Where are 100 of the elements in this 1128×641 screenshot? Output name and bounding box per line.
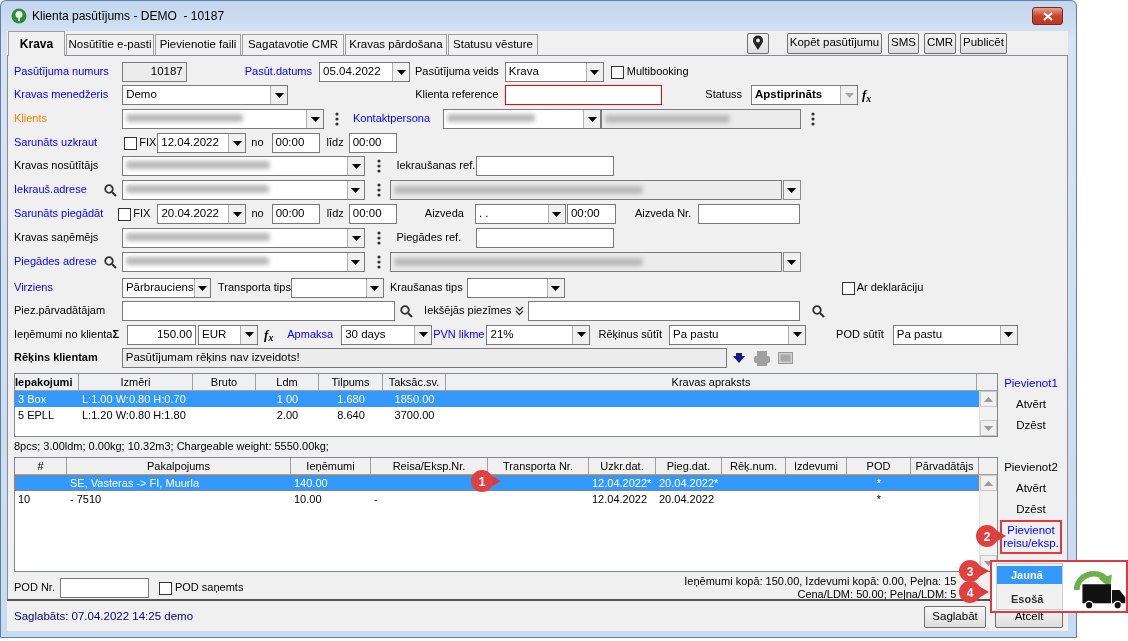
date-picker[interactable]: . . bbox=[474, 204, 566, 224]
search-icon bbox=[103, 183, 117, 197]
field-label[interactable]: Pasūt.datums bbox=[244, 65, 313, 79]
action-link[interactable]: Pievienot reisu/eksp. bbox=[1000, 520, 1062, 554]
dropdown[interactable] bbox=[121, 252, 365, 272]
column-header[interactable]: Tilpums bbox=[319, 374, 383, 390]
formula-button[interactable]: f$_{x}$ bbox=[264, 326, 274, 343]
text-field[interactable] bbox=[389, 180, 782, 200]
text-field[interactable] bbox=[122, 301, 396, 321]
field-label[interactable]: Apmaksa bbox=[287, 327, 334, 342]
field-label: POD sūtīt bbox=[836, 327, 884, 342]
toolbar-button[interactable]: Kopēt pasūtījumu bbox=[787, 32, 882, 54]
text-field[interactable] bbox=[601, 109, 802, 129]
dropdown[interactable]: Pārbrauciens bbox=[121, 278, 211, 298]
dropdown[interactable] bbox=[443, 109, 602, 129]
action-link[interactable]: Atvērt bbox=[1015, 478, 1046, 499]
date-picker[interactable]: 05.04.2022 bbox=[319, 62, 411, 82]
table-cell-text: 20.04.2022* bbox=[658, 476, 720, 491]
field-label[interactable]: Sarunāts piegādāt bbox=[14, 207, 104, 221]
text-field[interactable]: 10187 bbox=[121, 62, 187, 82]
checkbox[interactable] bbox=[118, 207, 132, 221]
column-header[interactable]: Ieņēmumi bbox=[291, 458, 371, 474]
toolbar-button[interactable]: CMR bbox=[924, 32, 956, 54]
tab[interactable]: Pievienotie faili bbox=[155, 34, 241, 55]
field-label[interactable]: Sarunāts uzkraut bbox=[14, 136, 98, 150]
dropdown[interactable]: 30 days bbox=[341, 324, 433, 345]
time-field[interactable]: 00:00 bbox=[566, 204, 616, 224]
column-header[interactable]: Rēķ.num. bbox=[722, 458, 786, 474]
dropdown[interactable]: Demo bbox=[122, 85, 289, 105]
text-field[interactable] bbox=[476, 156, 615, 176]
checkbox[interactable] bbox=[124, 136, 138, 150]
dropdown[interactable]: EUR bbox=[198, 324, 259, 345]
text-field[interactable] bbox=[476, 228, 615, 248]
time-field[interactable]: 00:00 bbox=[348, 133, 397, 153]
time-field[interactable]: 00:00 bbox=[348, 204, 397, 224]
column-header[interactable]: Taksāc.sv. bbox=[383, 374, 446, 390]
column-header[interactable]: Izmēri bbox=[79, 374, 193, 390]
column-header[interactable]: # bbox=[15, 458, 67, 474]
dropdown[interactable]: Pa pastu bbox=[892, 324, 1018, 345]
field-label[interactable]: Iekrauš.adrese bbox=[14, 183, 87, 197]
column-header[interactable]: Pārvadātājs bbox=[911, 458, 979, 474]
time-field[interactable]: 00:00 bbox=[271, 204, 320, 224]
column-header[interactable]: Ldm bbox=[256, 374, 319, 390]
field-label[interactable]: Piegādes adrese bbox=[14, 255, 97, 269]
text-field[interactable] bbox=[527, 301, 800, 321]
tab[interactable]: Statusu vēsture bbox=[448, 34, 538, 55]
dropdown[interactable] bbox=[466, 278, 565, 298]
column-header[interactable]: Iepakojumi bbox=[15, 374, 79, 390]
action-link[interactable]: Dzēst bbox=[1016, 499, 1046, 520]
tab[interactable]: Sagatavotie CMR bbox=[242, 34, 344, 55]
field-label[interactable]: PVN likme bbox=[433, 327, 485, 342]
dropdown[interactable]: 21% bbox=[486, 324, 591, 345]
menu-item[interactable]: Esošā bbox=[997, 590, 1062, 608]
close-button[interactable] bbox=[1032, 7, 1063, 25]
column-header[interactable]: POD bbox=[847, 458, 911, 474]
field-label[interactable]: Virziens bbox=[14, 281, 53, 295]
field-label[interactable]: Kontaktpersona bbox=[353, 112, 431, 126]
column-header[interactable]: Izdevumi bbox=[786, 458, 847, 474]
text-field[interactable]: 150.00 bbox=[127, 324, 197, 345]
column-header[interactable]: Pakalpojums bbox=[67, 458, 291, 474]
scrollbar[interactable] bbox=[979, 391, 997, 436]
dropdown[interactable] bbox=[122, 228, 366, 248]
dropdown[interactable] bbox=[290, 278, 384, 298]
checkbox[interactable] bbox=[158, 581, 172, 595]
action-link[interactable]: Pievienot2 bbox=[1004, 457, 1058, 478]
column-header[interactable]: Uzkr.dat. bbox=[589, 458, 656, 474]
caret-icon bbox=[197, 285, 207, 291]
time-field[interactable]: 00:00 bbox=[271, 133, 320, 153]
toolbar-button[interactable]: Publicēt bbox=[960, 32, 1007, 54]
text-field[interactable] bbox=[505, 85, 663, 105]
dropdown[interactable]: Krava bbox=[504, 62, 604, 82]
text-field[interactable] bbox=[698, 204, 801, 224]
action-link[interactable]: Dzēst bbox=[1016, 415, 1046, 436]
field-label[interactable]: Pasūtījuma numurs bbox=[14, 65, 109, 79]
dropdown[interactable] bbox=[121, 180, 365, 200]
field-label[interactable]: Kravas menedžeris bbox=[14, 88, 109, 102]
checkbox[interactable] bbox=[610, 65, 624, 79]
dropdown[interactable] bbox=[122, 156, 366, 176]
tab[interactable]: Nosūtītie e-pasti bbox=[66, 34, 154, 55]
dropdown-button[interactable] bbox=[782, 252, 801, 272]
date-picker[interactable]: 12.04.2022 bbox=[157, 133, 247, 153]
tab[interactable]: Krava bbox=[8, 31, 65, 56]
toolbar-button[interactable]: SMS bbox=[888, 32, 919, 54]
action-link[interactable]: Pievienot1 bbox=[1004, 373, 1058, 394]
text-field[interactable]: Pasūtījumam rēķins nav izveidots! bbox=[121, 348, 727, 368]
text-field[interactable] bbox=[389, 252, 782, 272]
text-field[interactable] bbox=[59, 578, 149, 598]
checkbox[interactable] bbox=[841, 281, 855, 295]
screen-icon bbox=[777, 352, 793, 364]
dropdown[interactable] bbox=[122, 109, 325, 129]
dropdown[interactable]: Pa pastu bbox=[669, 324, 807, 345]
column-header[interactable]: Kravas apraksts bbox=[446, 374, 977, 390]
column-header[interactable]: Pieg.dat. bbox=[656, 458, 722, 474]
date-picker[interactable]: 20.04.2022 bbox=[157, 204, 247, 224]
dialog-button[interactable]: Saglabāt bbox=[924, 606, 987, 628]
action-link[interactable]: Atvērt bbox=[1015, 394, 1046, 415]
column-header[interactable]: Bruto bbox=[193, 374, 256, 390]
location-button[interactable] bbox=[747, 32, 769, 54]
dropdown-button[interactable] bbox=[782, 180, 801, 200]
tab[interactable]: Kravas pārdošana bbox=[345, 34, 447, 55]
